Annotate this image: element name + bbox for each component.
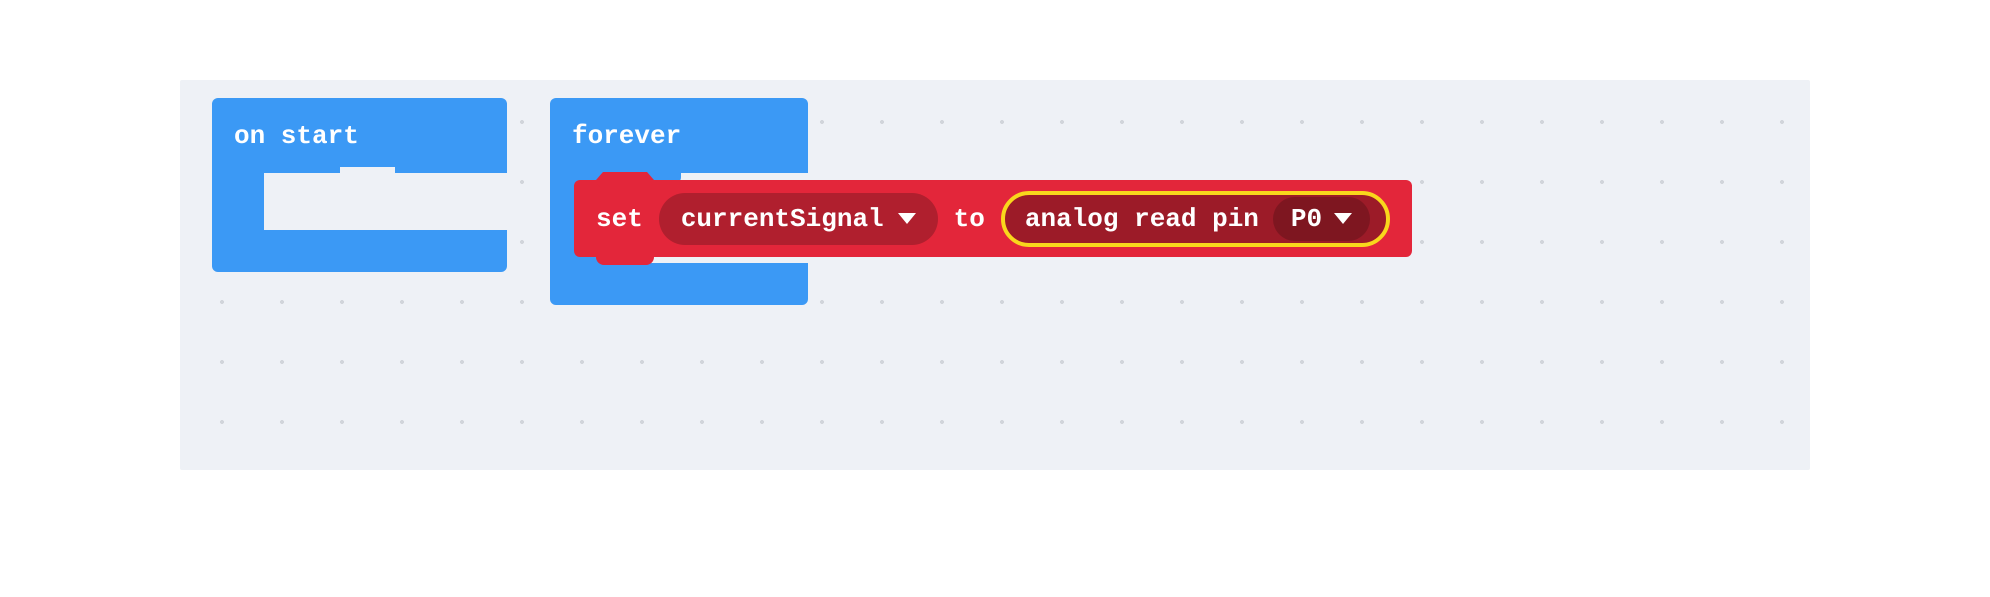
set-keyword: set (596, 204, 643, 234)
set-variable-block[interactable]: set currentSignal to analog read pin P0 (574, 180, 1412, 257)
chevron-down-icon (898, 213, 916, 224)
on-start-footer (212, 230, 507, 272)
on-start-block[interactable]: on start (212, 98, 507, 278)
on-start-empty-slot[interactable] (264, 173, 507, 230)
forever-header: forever (550, 98, 808, 173)
block-workspace[interactable]: on start forever set c (180, 80, 1810, 470)
pin-value: P0 (1291, 204, 1322, 234)
reporter-label: analog read pin (1025, 204, 1259, 234)
analog-read-pin-reporter[interactable]: analog read pin P0 (1001, 191, 1390, 247)
block-notch-bottom (596, 249, 654, 265)
on-start-label: on start (234, 121, 359, 151)
pin-dropdown[interactable]: P0 (1273, 197, 1370, 241)
on-start-notch (340, 167, 395, 187)
forever-label: forever (572, 121, 681, 151)
page: on start forever set c (0, 0, 1990, 597)
variable-dropdown[interactable]: currentSignal (659, 193, 938, 245)
forever-footer (550, 263, 808, 305)
on-start-header: on start (212, 98, 507, 173)
on-start-body (212, 173, 264, 230)
chevron-down-icon (1334, 213, 1352, 224)
variable-name: currentSignal (681, 204, 884, 234)
to-keyword: to (954, 204, 985, 234)
block-notch-top (596, 172, 654, 188)
